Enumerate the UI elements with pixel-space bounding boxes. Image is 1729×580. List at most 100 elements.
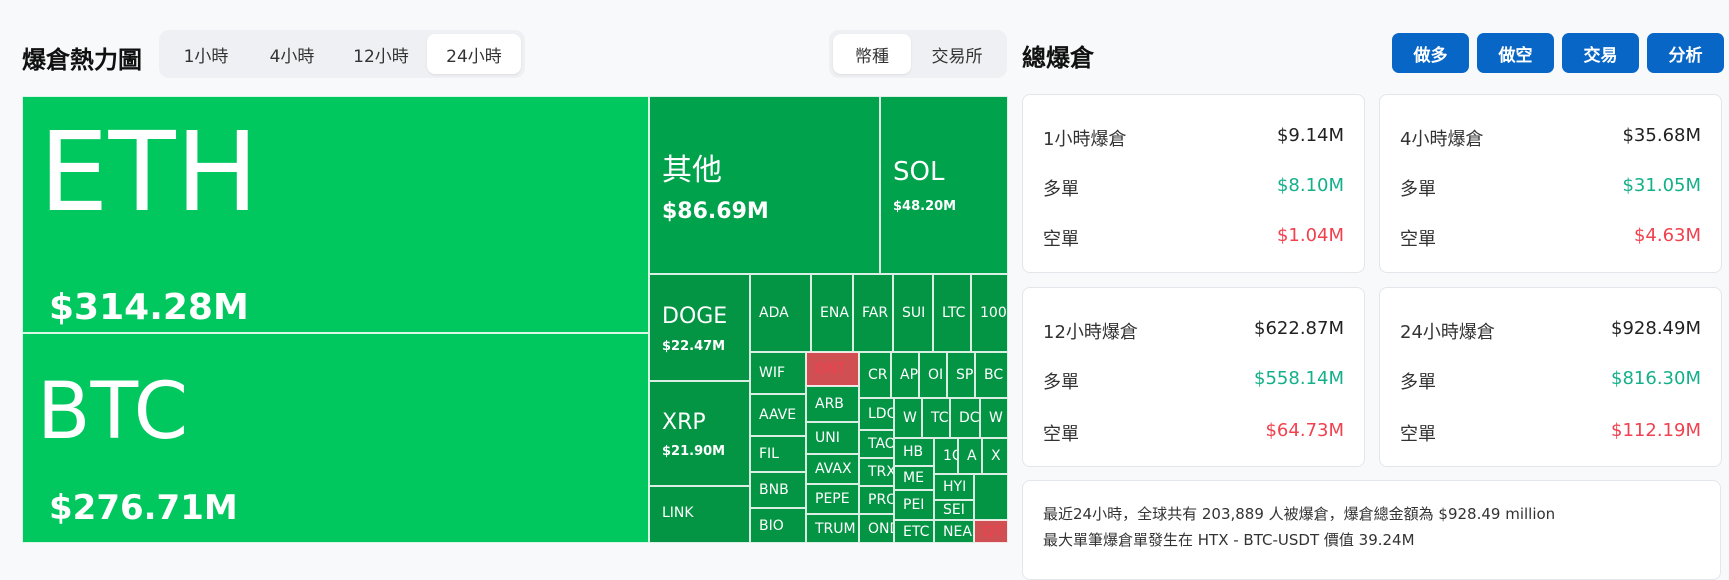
- tile-doge-value: $22.47M: [662, 339, 726, 354]
- tile-far[interactable]: FAR: [853, 274, 893, 352]
- tile-x[interactable]: X: [982, 438, 1008, 474]
- card-1h-long-label: 多單: [1043, 179, 1079, 200]
- tile-sol[interactable]: SOL $48.20M: [880, 96, 1008, 274]
- tile-100-symbol: 100: [980, 305, 1007, 321]
- analysis-button[interactable]: 分析: [1647, 33, 1724, 73]
- tab-12h[interactable]: 12小時: [335, 34, 427, 74]
- tile-ond-symbol: OND: [868, 520, 893, 537]
- tile-pepe-symbol: PEPE: [815, 491, 850, 507]
- tile-a[interactable]: A: [958, 438, 982, 474]
- tile-tao-symbol: TAO: [868, 436, 894, 452]
- tile-1c-symbol: 1C: [943, 448, 957, 464]
- card-24h-long-row: 多單 $816.30M: [1400, 368, 1701, 394]
- tile-doge-symbol: DOGE: [662, 304, 728, 329]
- tile-tao[interactable]: TAO: [859, 430, 894, 458]
- tile-eth[interactable]: ETH $314.28M: [22, 96, 649, 333]
- tile-ap[interactable]: AP: [891, 352, 919, 398]
- tile-sui[interactable]: SUI: [893, 274, 933, 352]
- tile-eth-symbol: ETH: [39, 108, 259, 236]
- tile-1c[interactable]: 1C: [934, 438, 958, 474]
- card-24h-short-row: 空單 $112.19M: [1400, 420, 1701, 446]
- tile-nea[interactable]: NEA: [934, 520, 974, 543]
- tile-aave[interactable]: AAVE: [750, 394, 806, 436]
- tile-pro[interactable]: PRO: [859, 486, 894, 514]
- tile-trum[interactable]: TRUM: [806, 514, 859, 543]
- tile-arb-symbol: ARB: [815, 396, 844, 412]
- tile-bio[interactable]: BIO: [750, 508, 806, 543]
- tile-ltc[interactable]: LTC: [933, 274, 971, 352]
- tile-ena-symbol: ENA: [820, 305, 849, 321]
- card-1h: 1小時爆倉 $9.14M 多單 $8.10M 空單 $1.04M: [1022, 94, 1365, 273]
- tile-sp[interactable]: SP: [947, 352, 975, 398]
- tile-avax[interactable]: AVAX: [806, 454, 859, 484]
- tile-ont[interactable]: ONT: [806, 352, 859, 386]
- tile-other[interactable]: 其他 $86.69M: [649, 96, 880, 274]
- tile-sei[interactable]: SEI: [934, 500, 974, 520]
- tile-ltc-symbol: LTC: [942, 305, 966, 321]
- card-4h-short: $4.63M: [1633, 225, 1701, 246]
- summary-line-2: 最大單筆爆倉單發生在 HTX - BTC-USDT 價值 39.24M: [1043, 531, 1415, 549]
- tile-100[interactable]: 100: [971, 274, 1008, 352]
- long-button[interactable]: 做多: [1392, 33, 1469, 73]
- tile-w2-symbol: W: [989, 410, 1003, 426]
- tile-ond[interactable]: OND: [859, 514, 894, 543]
- card-12h-short-row: 空單 $64.73M: [1043, 420, 1344, 446]
- tile-wif[interactable]: WIF: [750, 352, 806, 394]
- tile-dc[interactable]: DC: [950, 398, 980, 438]
- tile-arb[interactable]: ARB: [806, 386, 859, 422]
- card-12h-long: $558.14M: [1254, 368, 1344, 389]
- tile-bc-symbol: BC: [984, 367, 1004, 383]
- tab-exchange[interactable]: 交易所: [911, 34, 1003, 74]
- tile-aave-symbol: AAVE: [759, 407, 797, 423]
- tile-doge[interactable]: DOGE $22.47M: [649, 274, 750, 381]
- tab-24h[interactable]: 24小時: [427, 34, 521, 74]
- tab-1h[interactable]: 1小時: [163, 34, 249, 74]
- card-4h-period: 4小時爆倉: [1400, 129, 1484, 150]
- tile-fil[interactable]: FIL: [750, 436, 806, 472]
- tile-trx[interactable]: TRX: [859, 458, 894, 486]
- tab-coin[interactable]: 幣種: [833, 34, 911, 74]
- card-24h-long: $816.30M: [1611, 368, 1701, 389]
- tile-ldo-symbol: LDO: [868, 406, 893, 422]
- tile-bc[interactable]: BC: [975, 352, 1008, 398]
- tile-ada[interactable]: ADA: [750, 274, 811, 352]
- tile-btc[interactable]: BTC $276.71M: [22, 333, 649, 543]
- tile-other-value: $86.69M: [662, 199, 769, 224]
- tile-oi[interactable]: OI: [919, 352, 947, 398]
- card-24h-short-label: 空單: [1400, 424, 1436, 445]
- short-button[interactable]: 做空: [1477, 33, 1554, 73]
- tile-hb[interactable]: HB: [894, 438, 934, 466]
- liquidation-summary: 最近24小時，全球共有 203,889 人被爆倉，爆倉總金額為 $928.49 …: [1022, 480, 1721, 580]
- card-12h-total: $622.87M: [1254, 318, 1344, 339]
- tile-uni[interactable]: UNI: [806, 422, 859, 454]
- tile-xrp[interactable]: XRP $21.90M: [649, 381, 750, 486]
- card-1h-short: $1.04M: [1276, 225, 1344, 246]
- card-12h-short: $64.73M: [1265, 420, 1344, 441]
- tile-bnb[interactable]: BNB: [750, 472, 806, 508]
- tile-w1-symbol: W: [903, 410, 917, 426]
- tile-cr[interactable]: CR: [859, 352, 891, 398]
- tile-nea-symbol: NEA: [943, 523, 972, 540]
- tile-extra[interactable]: [974, 474, 1008, 520]
- tile-pei[interactable]: PEI: [894, 490, 934, 520]
- card-12h-long-label: 多單: [1043, 372, 1079, 393]
- tile-x-symbol: X: [991, 448, 1001, 464]
- tile-hyi[interactable]: HYI: [934, 474, 974, 500]
- tile-ldo[interactable]: LDO: [859, 398, 894, 430]
- tile-etc-symbol: ETC: [903, 523, 930, 540]
- tile-tc[interactable]: TC: [922, 398, 950, 438]
- tile-ena[interactable]: ENA: [811, 274, 853, 352]
- tile-xrp-symbol: XRP: [662, 410, 706, 435]
- tile-ont-symbol: ONT: [815, 361, 846, 377]
- summary-line-1: 最近24小時，全球共有 203,889 人被爆倉，爆倉總金額為 $928.49 …: [1043, 505, 1556, 523]
- tile-qt[interactable]: QT: [974, 520, 1008, 543]
- tab-4h[interactable]: 4小時: [249, 34, 335, 74]
- tile-w2[interactable]: W: [980, 398, 1008, 438]
- trade-button[interactable]: 交易: [1562, 33, 1639, 73]
- card-24h-period: 24小時爆倉: [1400, 322, 1495, 343]
- tile-etc[interactable]: ETC: [894, 520, 934, 543]
- tile-pepe[interactable]: PEPE: [806, 484, 859, 514]
- tile-link[interactable]: LINK: [649, 486, 750, 543]
- tile-w1[interactable]: W: [894, 398, 922, 438]
- tile-me[interactable]: ME: [894, 466, 934, 490]
